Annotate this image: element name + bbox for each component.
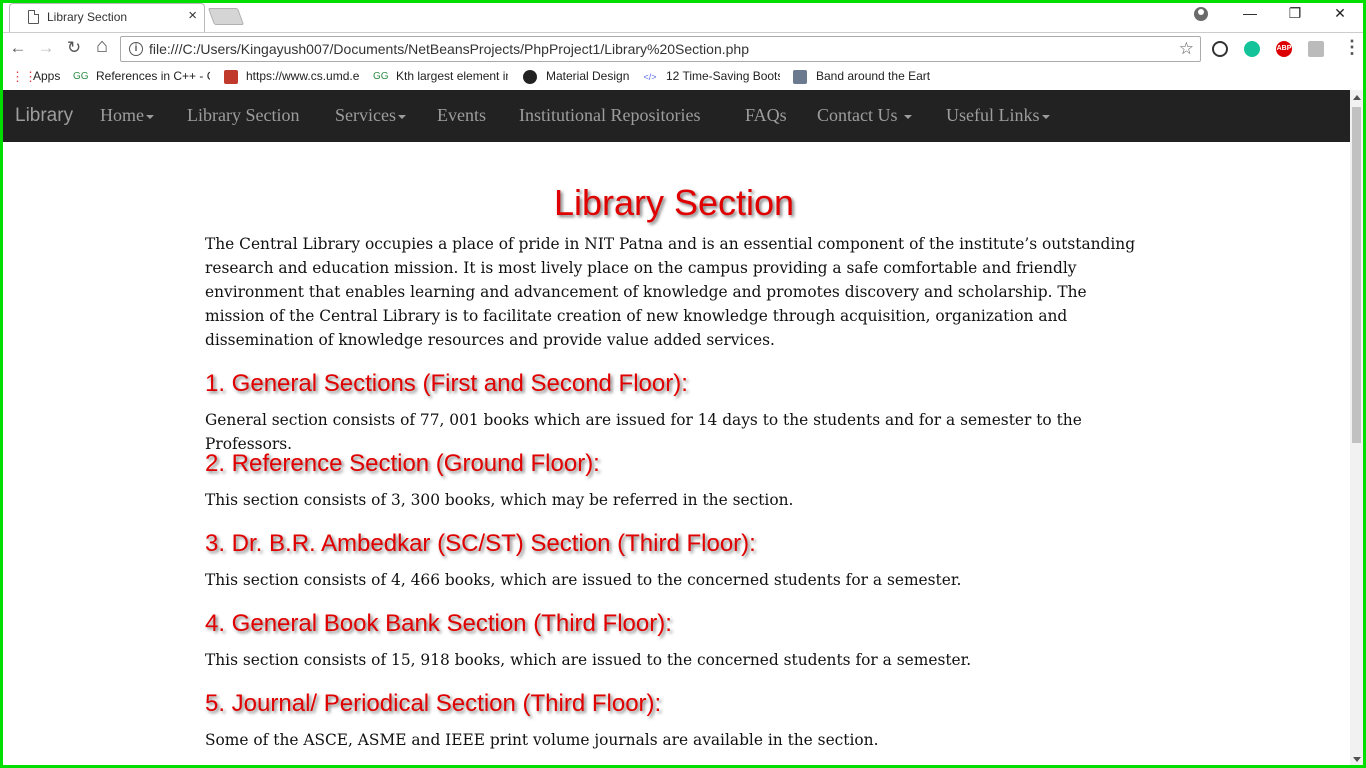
extension-gray-icon[interactable] xyxy=(1308,41,1324,57)
tab-close-icon[interactable]: × xyxy=(188,7,197,24)
section-heading: 2. Reference Section (Ground Floor): xyxy=(205,450,600,477)
new-tab-button[interactable] xyxy=(207,8,245,25)
section-heading: 3. Dr. B.R. Ambedkar (SC/ST) Section (Th… xyxy=(205,530,756,557)
cube-icon xyxy=(224,70,238,84)
nav-services[interactable]: Services xyxy=(335,105,406,126)
section-text: This section consists of 15, 918 books, … xyxy=(205,651,972,669)
site-navbar: Library Home Library Section Services Ev… xyxy=(3,90,1350,142)
caret-down-icon xyxy=(904,114,912,119)
scroll-thumb[interactable] xyxy=(1352,107,1361,443)
page-title: Library Section xyxy=(553,182,795,223)
brand-link[interactable]: Library xyxy=(15,105,73,127)
close-window-button[interactable]: ✕ xyxy=(1317,5,1363,22)
scroll-up-icon[interactable] xyxy=(1353,95,1361,100)
bookmark-time-saving[interactable]: 12 Time-Saving Boots xyxy=(666,69,780,83)
section-text: This section consists of 4, 466 books, w… xyxy=(205,571,962,589)
nav-useful-links-label: Useful Links xyxy=(946,105,1040,125)
forward-button[interactable]: → xyxy=(35,38,57,58)
profile-icon[interactable] xyxy=(1194,7,1208,21)
back-button[interactable]: ← xyxy=(7,38,29,58)
nav-services-label: Services xyxy=(335,105,396,125)
material-icon xyxy=(523,70,537,84)
apps-icon[interactable]: ⋮⋮ xyxy=(11,70,37,84)
menu-icon[interactable]: ⋮ xyxy=(1343,37,1361,58)
minimize-button[interactable]: — xyxy=(1227,5,1273,21)
page-content: Library Section The Central Library occu… xyxy=(3,142,1350,765)
bookmarks-bar: ⋮⋮ Apps GG References in C++ - G https:/… xyxy=(3,64,1363,90)
restore-button[interactable]: ❐ xyxy=(1272,5,1318,22)
section-heading: 5. Journal/ Periodical Section (Third Fl… xyxy=(205,690,662,717)
home-button[interactable]: ⌂ xyxy=(91,35,113,58)
bookmark-kth-largest[interactable]: Kth largest element in xyxy=(396,69,508,83)
tab-title: Library Section xyxy=(47,10,128,24)
bookmark-apps[interactable]: Apps xyxy=(33,69,60,83)
nav-contact-us[interactable]: Contact Us xyxy=(817,105,912,126)
section-text: General section consists of 77, 001 book… xyxy=(205,411,1082,453)
address-bar[interactable]: i file:///C:/Users/Kingayush007/Document… xyxy=(120,36,1201,62)
nav-contact-label: Contact Us xyxy=(817,105,898,125)
nav-events[interactable]: Events xyxy=(437,105,486,126)
bookmark-band-earth[interactable]: Band around the Eart xyxy=(816,69,930,83)
geeksforgeeks-icon: GG xyxy=(373,71,389,82)
adblock-icon[interactable]: ABP xyxy=(1276,41,1292,57)
nav-institutional-repositories[interactable]: Institutional Repositories xyxy=(519,105,701,126)
band-icon xyxy=(793,70,807,84)
geeksforgeeks-icon: GG xyxy=(73,71,89,82)
info-icon[interactable]: i xyxy=(129,42,143,56)
code-icon: </> xyxy=(643,72,657,82)
scroll-down-icon[interactable] xyxy=(1353,757,1361,762)
nav-faqs[interactable]: FAQs xyxy=(745,105,787,126)
caret-down-icon xyxy=(1041,114,1050,119)
caret-down-icon xyxy=(397,114,406,119)
extension-icon[interactable] xyxy=(1212,41,1228,57)
grammarly-icon[interactable] xyxy=(1244,41,1260,57)
url-text[interactable]: file:///C:/Users/Kingayush007/Documents/… xyxy=(149,41,749,57)
intro-paragraph: The Central Library occupies a place of … xyxy=(205,235,1136,349)
section-heading: 4. General Book Bank Section (Third Floo… xyxy=(205,610,672,637)
bookmark-material-design[interactable]: Material Design xyxy=(546,69,629,83)
section-text: This section consists of 3, 300 books, w… xyxy=(205,491,794,509)
browser-window: Library Section × — ❐ ✕ ← → ↻ ⌂ i file:/… xyxy=(3,3,1363,765)
nav-useful-links[interactable]: Useful Links xyxy=(946,105,1050,126)
page-scrollbar[interactable] xyxy=(1350,90,1363,765)
bookmark-references-cpp[interactable]: References in C++ - G xyxy=(96,69,210,83)
tab-strip: Library Section × — ❐ ✕ xyxy=(3,3,1363,32)
bookmark-star-icon[interactable]: ☆ xyxy=(1179,39,1194,59)
section-heading: 1. General Sections (First and Second Fl… xyxy=(205,370,688,397)
tab-library-section[interactable]: Library Section × xyxy=(9,3,205,32)
browser-toolbar: ← → ↻ ⌂ i file:///C:/Users/Kingayush007/… xyxy=(3,32,1363,64)
nav-home[interactable]: Home xyxy=(100,105,154,126)
caret-down-icon xyxy=(146,114,154,119)
reload-button[interactable]: ↻ xyxy=(63,38,85,58)
nav-library-section[interactable]: Library Section xyxy=(187,105,299,126)
section-text: Some of the ASCE, ASME and IEEE print vo… xyxy=(205,731,879,749)
bookmark-cs-umd[interactable]: https://www.cs.umd.e xyxy=(246,69,360,83)
nav-home-label: Home xyxy=(100,105,144,125)
page-icon xyxy=(28,10,39,24)
